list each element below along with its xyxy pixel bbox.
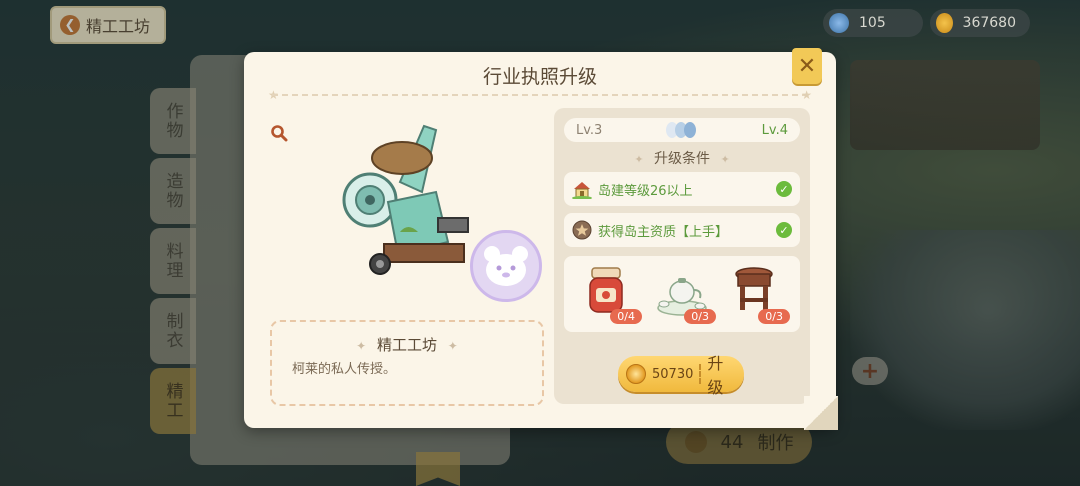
condition-text: 获得岛主资质【上手】 <box>598 224 729 240</box>
close-button[interactable]: ✕ <box>792 48 822 84</box>
level-progress: Lv.3 Lv.4 <box>564 118 800 142</box>
coin-icon <box>936 13 953 33</box>
diamond-decoration-icon: ✦ <box>447 339 458 353</box>
material-tea-set[interactable]: 0/3 <box>656 262 716 324</box>
star-decoration-icon: ★ <box>801 88 812 102</box>
conditions-title: 升级条件 <box>654 151 710 167</box>
page-fold-corner <box>804 396 838 430</box>
license-upgrade-modal: 行业执照升级 ★ ★ ✕ ✦ 精工工坊 ✦ 柯莱的私人传授。 Lv.3 Lv.4… <box>244 48 838 430</box>
condition-row: 岛建等级26以上 ✓ <box>564 172 800 206</box>
material-jam-jar[interactable]: 0/4 <box>582 262 642 324</box>
back-arrow-icon: ❮ <box>60 15 80 35</box>
star-badge-icon <box>572 220 592 240</box>
item-description: 柯莱的私人传授。 <box>292 362 397 377</box>
material-count: 0/3 <box>758 309 790 324</box>
material-count: 0/3 <box>684 309 716 324</box>
resource-2-value: 367680 <box>962 15 1016 31</box>
back-button[interactable]: ❮ 精工工坊 <box>50 6 167 44</box>
upgrade-label: 升级 <box>707 354 724 397</box>
diamond-decoration-icon: ✦ <box>634 153 644 166</box>
gem-icon <box>829 13 849 33</box>
level-from: Lv.3 <box>576 122 603 138</box>
materials-list: 0/4 0/3 0/3 <box>564 256 800 332</box>
material-wooden-stool[interactable]: 0/3 <box>730 262 790 324</box>
upgrade-requirements-panel: Lv.3 Lv.4 ✦ 升级条件 ✦ 岛建等级26以上 ✓ 获得岛主资质【上手】… <box>554 108 810 404</box>
resource-counter-gems: 105 <box>823 9 923 37</box>
diamond-decoration-icon: ✦ <box>356 339 367 353</box>
house-icon <box>572 182 592 199</box>
check-icon: ✓ <box>776 181 792 197</box>
hamster-emblem-icon <box>470 230 542 302</box>
upgrade-button[interactable]: 50730 升级 <box>618 354 744 397</box>
level-to: Lv.4 <box>761 122 788 138</box>
condition-row: 获得岛主资质【上手】 ✓ <box>564 213 800 247</box>
item-info-box: ✦ 精工工坊 ✦ 柯莱的私人传授。 <box>270 320 544 406</box>
title-divider <box>272 94 808 96</box>
level-arrow-icon <box>665 122 696 138</box>
condition-text: 岛建等级26以上 <box>598 183 693 199</box>
check-icon: ✓ <box>776 222 792 238</box>
resource-counter-coins: 367680 <box>930 9 1030 37</box>
resource-1-value: 105 <box>859 15 886 31</box>
diamond-decoration-icon: ✦ <box>720 153 730 166</box>
coin-icon <box>626 364 646 384</box>
button-divider <box>699 364 702 384</box>
magnifier-icon[interactable] <box>270 124 288 142</box>
back-label: 精工工坊 <box>86 17 151 36</box>
modal-title: 行业执照升级 <box>482 66 597 88</box>
workshop-machine-illustration <box>342 124 469 275</box>
material-count: 0/4 <box>610 309 642 324</box>
upgrade-cost: 50730 <box>652 366 694 382</box>
item-name: 精工工坊 <box>376 336 437 354</box>
